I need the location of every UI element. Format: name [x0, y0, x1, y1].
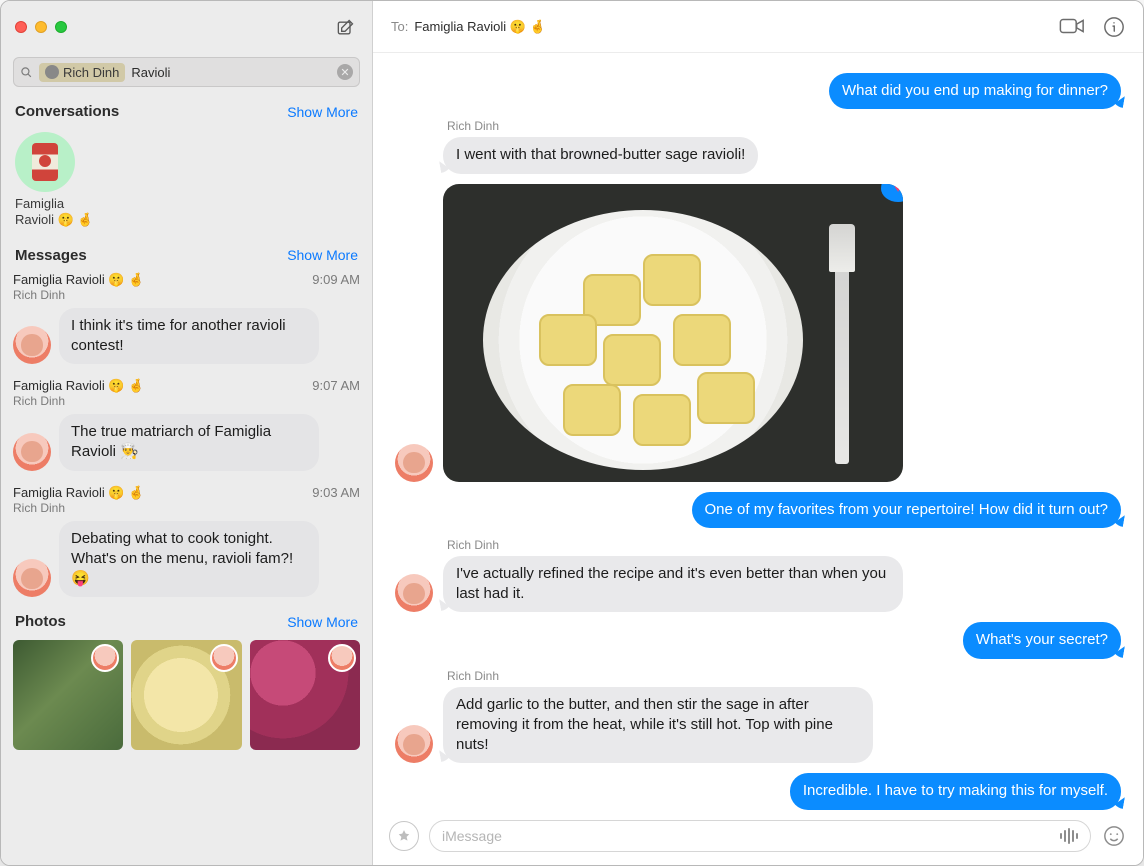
avatar — [13, 433, 51, 471]
search-field[interactable]: Rich Dinh Ravioli ✕ — [13, 57, 360, 87]
message-input[interactable]: iMessage — [429, 820, 1091, 852]
avatar — [395, 574, 433, 612]
emoji-picker-button[interactable] — [1101, 823, 1127, 849]
sidebar: Rich Dinh Ravioli ✕ Conversations Show M… — [1, 1, 373, 865]
result-time: 9:07 AM — [312, 378, 360, 393]
avatar — [91, 644, 119, 672]
person-icon — [45, 65, 59, 79]
conversation-avatar — [15, 132, 75, 192]
photos-title: Photos — [15, 613, 66, 630]
result-sender: Rich Dinh — [13, 394, 144, 408]
sender-label: Rich Dinh — [443, 538, 499, 552]
photo-attachment[interactable]: ♥ — [443, 184, 903, 482]
chat-scroll[interactable]: What did you end up making for dinner? R… — [373, 53, 1143, 815]
minimize-window-button[interactable] — [35, 21, 47, 33]
titlebar — [1, 1, 372, 53]
message-bubble[interactable]: I went with that browned-butter sage rav… — [443, 137, 758, 173]
photo-thumbnail[interactable] — [13, 640, 123, 750]
photo-thumbnail[interactable] — [250, 640, 360, 750]
window-controls — [15, 21, 67, 33]
message-bubble[interactable]: What's your secret? — [963, 622, 1121, 658]
result-thread: Famiglia Ravioli 🤫 🤞 — [13, 485, 144, 501]
close-window-button[interactable] — [15, 21, 27, 33]
outgoing-message: Incredible. I have to try making this fo… — [395, 773, 1121, 809]
messages-header: Messages Show More — [1, 241, 372, 268]
result-text: The true matriarch of Famiglia Ravioli 👨… — [59, 414, 319, 471]
messages-title: Messages — [15, 247, 87, 264]
clear-search-button[interactable]: ✕ — [337, 64, 353, 80]
search-text: Ravioli — [131, 65, 331, 80]
conversation-result[interactable]: Famiglia Ravioli 🤫 🤞 — [1, 124, 372, 241]
incoming-message: Rich Dinh I went with that browned-butte… — [395, 119, 1121, 173]
message-result[interactable]: Famiglia Ravioli 🤫 🤞 Rich Dinh 9:09 AM I… — [1, 268, 372, 375]
sender-label: Rich Dinh — [443, 119, 499, 133]
incoming-message: Rich Dinh Add garlic to the butter, and … — [395, 669, 1121, 764]
avatar — [210, 644, 238, 672]
avatar — [395, 725, 433, 763]
outgoing-message: What did you end up making for dinner? — [395, 73, 1121, 109]
result-text: I think it's time for another ravioli co… — [59, 308, 319, 365]
conversation-name: Famiglia Ravioli 🤫 🤞 — [15, 196, 99, 229]
search-token[interactable]: Rich Dinh — [39, 63, 125, 82]
avatar — [328, 644, 356, 672]
message-bubble[interactable]: I've actually refined the recipe and it'… — [443, 556, 903, 613]
facetime-video-button[interactable] — [1059, 16, 1085, 38]
result-sender: Rich Dinh — [13, 501, 144, 515]
message-bubble[interactable]: Incredible. I have to try making this fo… — [790, 773, 1121, 809]
message-bubble[interactable]: What did you end up making for dinner? — [829, 73, 1121, 109]
compose-bar: iMessage — [373, 815, 1143, 865]
search-icon — [20, 66, 33, 79]
sender-label: Rich Dinh — [443, 669, 499, 683]
to-value[interactable]: Famiglia Ravioli 🤫 🤞 — [414, 19, 545, 35]
result-thread: Famiglia Ravioli 🤫 🤞 — [13, 378, 144, 394]
outgoing-message: One of my favorites from your repertoire… — [395, 492, 1121, 528]
result-sender: Rich Dinh — [13, 288, 144, 302]
photos-header: Photos Show More — [1, 607, 372, 634]
incoming-message: Rich Dinh I've actually refined the reci… — [395, 538, 1121, 613]
photos-row — [1, 634, 372, 764]
heart-icon: ♥ — [894, 184, 902, 195]
conversations-header: Conversations Show More — [1, 97, 372, 124]
zoom-window-button[interactable] — [55, 21, 67, 33]
photo-thumbnail[interactable] — [131, 640, 241, 750]
avatar — [395, 444, 433, 482]
outgoing-message: What's your secret? — [395, 622, 1121, 658]
incoming-photo-message: ♥ — [395, 184, 1121, 482]
photos-show-more[interactable]: Show More — [287, 614, 358, 630]
conversation-header: To: Famiglia Ravioli 🤫 🤞 — [373, 1, 1143, 53]
conversations-title: Conversations — [15, 103, 119, 120]
result-thread: Famiglia Ravioli 🤫 🤞 — [13, 272, 144, 288]
message-placeholder: iMessage — [442, 828, 1050, 844]
can-icon — [32, 143, 58, 181]
message-result[interactable]: Famiglia Ravioli 🤫 🤞 Rich Dinh 9:03 AM D… — [1, 481, 372, 608]
message-bubble[interactable]: Add garlic to the butter, and then stir … — [443, 687, 873, 764]
search-token-label: Rich Dinh — [63, 65, 119, 80]
apps-button[interactable] — [389, 821, 419, 851]
avatar — [13, 559, 51, 597]
message-result[interactable]: Famiglia Ravioli 🤫 🤞 Rich Dinh 9:07 AM T… — [1, 374, 372, 481]
avatar — [13, 326, 51, 364]
to-label: To: — [391, 19, 408, 34]
details-button[interactable] — [1103, 16, 1125, 38]
tapback-love[interactable]: ♥ — [881, 184, 903, 202]
messages-show-more[interactable]: Show More — [287, 247, 358, 263]
message-bubble[interactable]: One of my favorites from your repertoire… — [692, 492, 1122, 528]
conversations-show-more[interactable]: Show More — [287, 104, 358, 120]
result-time: 9:03 AM — [312, 485, 360, 500]
result-text: Debating what to cook tonight. What's on… — [59, 521, 319, 598]
messages-window: Rich Dinh Ravioli ✕ Conversations Show M… — [0, 0, 1144, 866]
audio-message-button[interactable] — [1060, 828, 1078, 844]
conversation-pane: To: Famiglia Ravioli 🤫 🤞 What did you en… — [373, 1, 1143, 865]
compose-button[interactable] — [332, 15, 358, 41]
result-time: 9:09 AM — [312, 272, 360, 287]
